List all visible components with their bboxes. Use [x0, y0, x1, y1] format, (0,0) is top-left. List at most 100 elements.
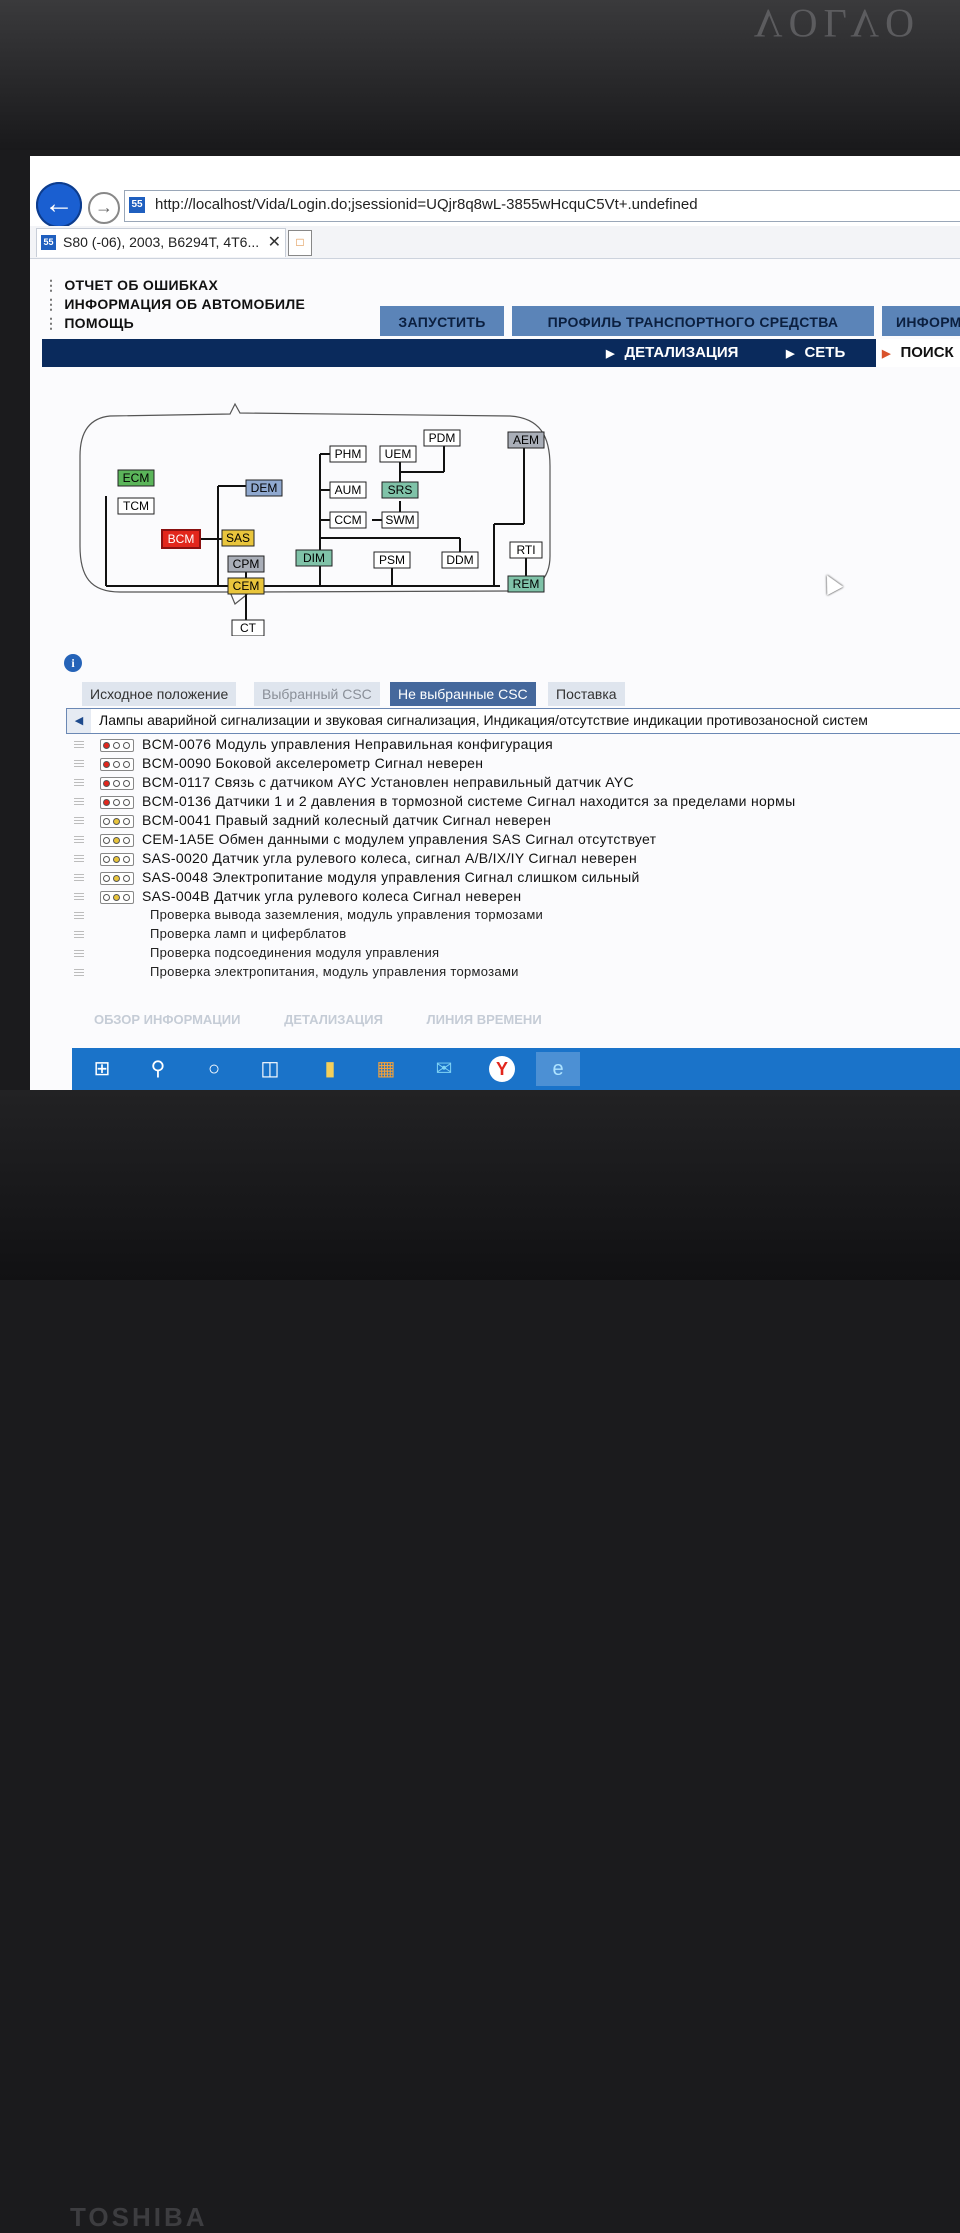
phm-node[interactable]: PHM	[329, 445, 367, 463]
tab-close-icon[interactable]: ✕	[268, 232, 281, 252]
dem-node[interactable]: DEM	[245, 479, 283, 497]
ct-node[interactable]: CT	[231, 619, 265, 636]
nav-search[interactable]: ▶ ПОИСК	[876, 339, 960, 367]
test-row[interactable]: Проверка подсоединения модуля управления	[70, 945, 960, 964]
tab-vehicle-profile[interactable]: ПРОФИЛЬ ТРАНСПОРТНОГО СРЕДСТВА	[512, 306, 874, 336]
drag-handle-icon[interactable]	[74, 969, 84, 977]
dtc-row[interactable]: SAS-0020 Датчик угла рулевого колеса, си…	[70, 850, 960, 869]
store-icon[interactable]: ▦	[364, 1052, 408, 1086]
tab-delivery[interactable]: Поставка	[548, 682, 625, 706]
dtc-row[interactable]: BCM-0117 Связь с датчиком AYC Установлен…	[70, 774, 960, 793]
task-view-icon[interactable]: ◫	[248, 1052, 292, 1086]
nav-details-label: ДЕТАЛИЗАЦИЯ	[624, 344, 739, 361]
dtc-row[interactable]: BCM-0090 Боковой акселерометр Сигнал нев…	[70, 755, 960, 774]
drag-handle-icon[interactable]	[74, 817, 84, 825]
url-text: http://localhost/Vida/Login.do;jsessioni…	[155, 196, 698, 213]
module-label: UEM	[385, 447, 412, 461]
nav-network[interactable]: ▶ СЕТЬ	[786, 339, 845, 367]
dtc-row[interactable]: SAS-0048 Электропитание модуля управлени…	[70, 869, 960, 888]
volvo-brand: VOLVO	[753, 1, 920, 46]
psm-node[interactable]: PSM	[373, 551, 411, 569]
collapse-arrow-icon[interactable]: ◀	[67, 709, 91, 733]
menu-item-error-report[interactable]: ⋮ ОТЧЕТ ОБ ОШИБКАХ	[44, 276, 305, 295]
cem-node[interactable]: CEM	[227, 577, 265, 595]
module-label: CPM	[233, 557, 260, 571]
browser-tab[interactable]: 55 S80 (-06), 2003, B6294T, 4T6... ✕	[36, 228, 286, 257]
dtc-row[interactable]: CEM-1A5E Обмен данными с модулем управле…	[70, 831, 960, 850]
srs-node[interactable]: SRS	[381, 481, 419, 499]
menu-item-help[interactable]: ⋮ ПОМОЩЬ	[44, 314, 305, 333]
rti-node[interactable]: RTI	[509, 541, 543, 559]
dtc-label: BCM-0090 Боковой акселерометр Сигнал нев…	[142, 755, 484, 771]
yandex-browser-icon[interactable]: Y	[480, 1052, 524, 1086]
cpm-node[interactable]: CPM	[227, 555, 265, 573]
module-label: REM	[513, 577, 540, 591]
test-row[interactable]: Проверка вывода заземления, модуль управ…	[70, 907, 960, 926]
tab-information[interactable]: ИНФОРМ	[882, 306, 960, 336]
drag-handle-icon[interactable]	[74, 741, 84, 749]
info-icon[interactable]: i	[64, 654, 82, 672]
top-menu: ⋮ ОТЧЕТ ОБ ОШИБКАХ ⋮ ИНФОРМАЦИЯ ОБ АВТОМОБ…	[44, 276, 305, 333]
uem-node[interactable]: UEM	[379, 445, 417, 463]
triangle-right-icon: ▶	[786, 348, 795, 360]
drag-handle-icon[interactable]	[74, 760, 84, 768]
forward-arrow-icon: →	[95, 197, 113, 217]
new-tab-icon: □	[296, 235, 304, 249]
ccm-node[interactable]: CCM	[329, 511, 367, 529]
favicon-icon: 55	[129, 197, 145, 213]
tab-start[interactable]: ЗАПУСТИТЬ	[380, 306, 504, 336]
internet-explorer-icon[interactable]: e	[536, 1052, 580, 1086]
ddm-node[interactable]: DDM	[441, 551, 479, 569]
tab-initial-position[interactable]: Исходное положение	[82, 682, 237, 706]
triangle-right-icon: ▶	[882, 348, 891, 360]
menu-item-vehicle-info[interactable]: ⋮ ИНФОРМАЦИЯ ОБ АВТОМОБИЛЕ	[44, 295, 305, 314]
url-field[interactable]: 55 http://localhost/Vida/Login.do;jsessi…	[124, 190, 960, 222]
tab-selected-csc[interactable]: Выбранный CSC	[254, 682, 380, 706]
test-row[interactable]: Проверка ламп и циферблатов	[70, 926, 960, 945]
mail-icon[interactable]: ✉	[422, 1052, 466, 1086]
csc-group-row[interactable]: ◀ Лампы аварийной сигнализации и звукова…	[66, 708, 960, 734]
drag-handle-icon[interactable]	[74, 893, 84, 901]
tab-unselected-csc[interactable]: Не выбранные CSC	[390, 682, 536, 706]
forward-button[interactable]: →	[88, 192, 120, 224]
drag-handle-icon[interactable]	[74, 836, 84, 844]
menu-item-label: ПОМОЩЬ	[64, 315, 134, 331]
file-explorer-icon[interactable]: ▮	[308, 1052, 352, 1086]
bcm-node[interactable]: BCM	[161, 529, 201, 549]
swm-node[interactable]: SWM	[381, 511, 419, 529]
laptop-bottom-bezel: TOSHIBA	[0, 1090, 960, 2232]
drag-handle-icon[interactable]	[74, 798, 84, 806]
new-tab-button[interactable]: □	[288, 230, 312, 256]
drag-handle-icon[interactable]	[74, 855, 84, 863]
aum-node[interactable]: AUM	[329, 481, 367, 499]
drag-handle-icon[interactable]	[74, 931, 84, 939]
nav-network-label: СЕТЬ	[804, 344, 846, 361]
test-row[interactable]: Проверка электропитания, модуль управлен…	[70, 964, 960, 983]
dtc-row[interactable]: SAS-004B Датчик угла рулевого колеса Сиг…	[70, 888, 960, 907]
dtc-row[interactable]: BCM-0076 Модуль управления Неправильная …	[70, 736, 960, 755]
module-label: DIM	[303, 551, 325, 565]
tab-detail[interactable]: ДЕТАЛИЗАЦИЯ	[284, 1012, 383, 1027]
tab-info-overview[interactable]: ОБЗОР ИНФОРМАЦИИ	[94, 1012, 241, 1027]
tcm-node[interactable]: TCM	[117, 497, 155, 515]
windows-start-icon[interactable]: ⊞	[80, 1052, 124, 1086]
tab-timeline[interactable]: ЛИНИЯ ВРЕМЕНИ	[427, 1012, 542, 1027]
drag-handle-icon[interactable]	[74, 950, 84, 958]
dtc-row[interactable]: BCM-0041 Правый задний колесный датчик С…	[70, 812, 960, 831]
back-button[interactable]: ←	[36, 182, 82, 228]
rem-node[interactable]: REM	[507, 575, 545, 593]
dtc-row[interactable]: BCM-0136 Датчики 1 и 2 давления в тормоз…	[70, 793, 960, 812]
drag-handle-icon[interactable]	[74, 874, 84, 882]
drag-handle-icon[interactable]	[74, 779, 84, 787]
pdm-node[interactable]: PDM	[423, 429, 461, 447]
sas-node[interactable]: SAS	[221, 529, 255, 547]
nav-details[interactable]: ▶ ДЕТАЛИЗАЦИЯ	[606, 339, 738, 367]
search-icon[interactable]: ⚲	[136, 1052, 180, 1086]
back-arrow-icon: ←	[44, 187, 74, 220]
dim-node[interactable]: DIM	[295, 549, 333, 567]
ecm-node[interactable]: ECM	[117, 469, 155, 487]
cortana-icon[interactable]: ○	[192, 1052, 236, 1086]
dtc-label: BCM-0041 Правый задний колесный датчик С…	[142, 812, 552, 828]
drag-handle-icon[interactable]	[74, 912, 84, 920]
aem-node[interactable]: AEM	[507, 431, 545, 449]
